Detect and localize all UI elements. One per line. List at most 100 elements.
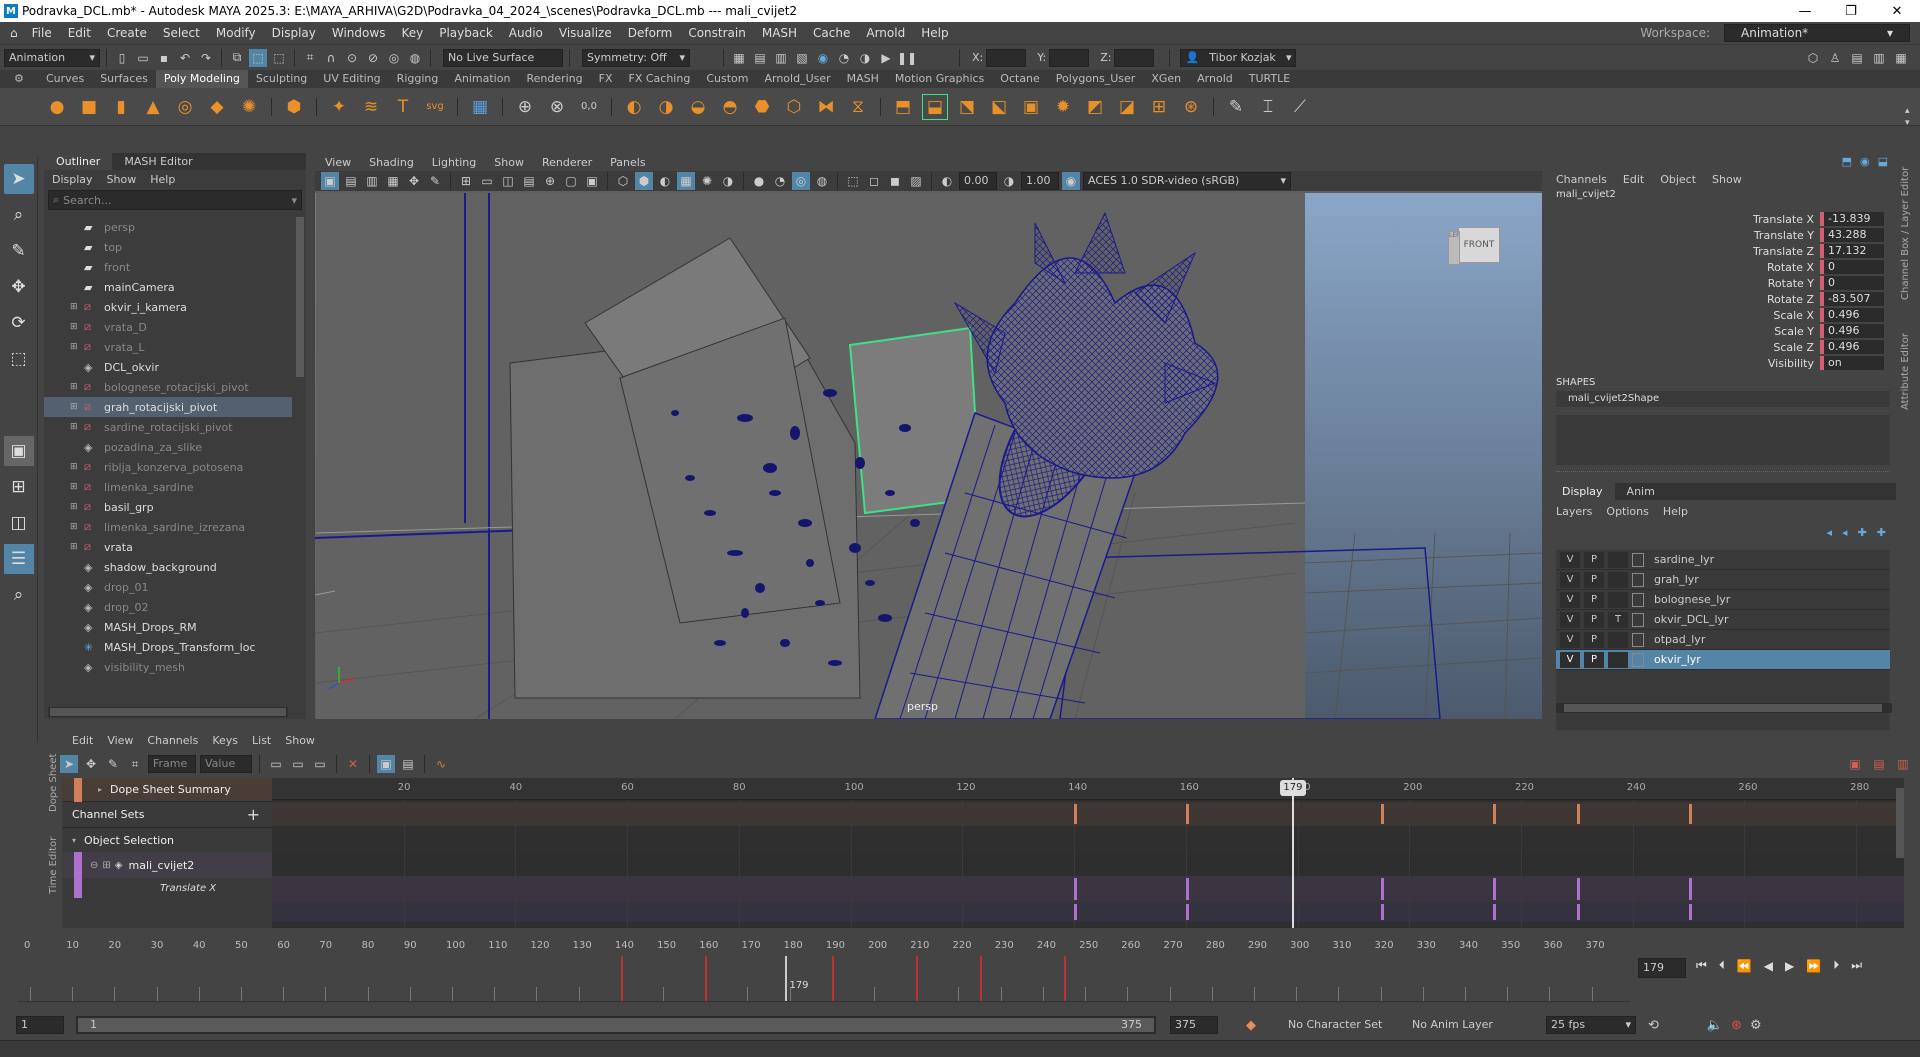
menu-help[interactable]: Help — [913, 26, 956, 40]
layer-v-toggle[interactable]: V — [1560, 611, 1580, 628]
outliner-item[interactable]: ⊞ ⧄ vrata — [44, 537, 292, 557]
layer-p-toggle[interactable]: P — [1584, 651, 1604, 668]
channel-row[interactable]: Scale Z 0.496 — [1550, 339, 1896, 355]
end-frame-field[interactable]: 375 — [1170, 1016, 1218, 1034]
ds-key-tick[interactable] — [1185, 904, 1189, 920]
smooth-icon[interactable]: ◒ — [685, 94, 711, 120]
layer-t-toggle[interactable] — [1608, 591, 1628, 608]
outliner-item[interactable]: ▰ persp — [44, 217, 292, 237]
layer-v-toggle[interactable]: V — [1560, 631, 1580, 648]
expand-icon[interactable]: ⊞ — [70, 522, 78, 532]
ds-key-tick[interactable] — [1381, 804, 1385, 824]
ds-object-selection-row[interactable]: ▾ Object Selection — [62, 828, 272, 852]
outliner-item[interactable]: ▰ front — [44, 257, 292, 277]
motion-blur-icon[interactable]: ◔ — [771, 172, 789, 190]
shelf-tab-animation[interactable]: Animation — [446, 70, 518, 88]
snap-curve-icon[interactable]: ∩ — [322, 49, 340, 67]
ds-key-tick[interactable] — [1074, 904, 1078, 920]
outliner-item[interactable]: ◈ visibility_mesh — [44, 657, 292, 677]
ds-linear-icon[interactable]: ▭ — [311, 755, 329, 773]
side-tab-attribute-editor[interactable]: Attribute Editor — [1900, 320, 1911, 410]
ds-key-tick[interactable] — [1381, 878, 1385, 900]
display-layer-row[interactable]: V Pokvir_lyr — [1556, 650, 1890, 670]
render-frame-icon[interactable]: ▤ — [751, 49, 769, 67]
ds-channel-row[interactable]: Translate X — [62, 878, 272, 898]
xray-active-icon[interactable]: ▨ — [907, 172, 925, 190]
layer-p-toggle[interactable]: P — [1584, 631, 1604, 648]
vp-menu-lighting[interactable]: Lighting — [432, 156, 476, 169]
live-surface-field[interactable]: No Live Surface — [443, 48, 563, 67]
start-frame-field[interactable]: 1 — [16, 1016, 64, 1034]
redo-icon[interactable]: ↷ — [197, 49, 215, 67]
shape-name[interactable]: mali_cvijet2Shape — [1556, 391, 1890, 407]
fill-hole-icon[interactable]: ▣ — [1018, 94, 1044, 120]
image-plane-icon[interactable]: ▦ — [384, 172, 402, 190]
view-cube[interactable]: FRONT LEFT — [1448, 223, 1502, 269]
undo-icon[interactable]: ↶ — [176, 49, 194, 67]
isolate-select-icon[interactable]: ⬚ — [844, 172, 862, 190]
home-icon[interactable]: ⌂ — [4, 26, 24, 40]
layer-color-swatch[interactable] — [1632, 632, 1644, 647]
select-tool-icon[interactable]: ➤ — [3, 164, 34, 194]
shelf-tab-fx-caching[interactable]: FX Caching — [621, 70, 699, 88]
vp-menu-panels[interactable]: Panels — [610, 156, 645, 169]
user-account-select[interactable]: 👤 Tibor Kozjak ▾ — [1180, 48, 1297, 67]
shelf-tab-poly-modeling[interactable]: Poly Modeling — [155, 70, 248, 88]
offset-loop-icon[interactable]: ◪ — [1114, 94, 1140, 120]
wedge-icon[interactable]: ✹ — [1050, 94, 1076, 120]
ds-key-tick[interactable] — [1688, 878, 1692, 900]
ds-menu-edit[interactable]: Edit — [72, 734, 93, 747]
poly-cube-icon[interactable]: ■ — [76, 94, 102, 120]
new-scene-icon[interactable]: ▯ — [113, 49, 131, 67]
select-object-icon[interactable]: ⬚ — [249, 48, 267, 67]
ds-channel-sets-row[interactable]: Channel Sets + — [62, 802, 272, 828]
outliner-item[interactable]: ◈ MASH_Drops_RM — [44, 617, 292, 637]
layer-p-toggle[interactable]: P — [1584, 591, 1604, 608]
move-layer-up-icon[interactable]: ◂ — [1827, 526, 1833, 539]
fps-select[interactable]: 25 fps ▾ — [1546, 1016, 1636, 1034]
menu-windows[interactable]: Windows — [324, 26, 394, 40]
ts-key-tick[interactable] — [979, 956, 982, 1001]
new-layer-selected-icon[interactable]: ✚ — [1877, 526, 1886, 539]
ds-key-tick[interactable] — [1688, 904, 1692, 920]
cb-menu-show[interactable]: Show — [1712, 173, 1742, 186]
outliner-item[interactable]: ✳ MASH_Drops_Transform_loc — [44, 637, 292, 657]
ds-menu-view[interactable]: View — [107, 734, 133, 747]
textured-icon[interactable]: ▦ — [677, 172, 695, 190]
channel-value-field[interactable]: 0 — [1820, 276, 1884, 290]
menu-visualize[interactable]: Visualize — [551, 26, 620, 40]
hypershade-icon[interactable]: ◉ — [814, 49, 832, 67]
expand-icon[interactable]: ⊞ — [70, 382, 78, 392]
expand-icon[interactable]: ⊞ — [70, 402, 78, 412]
sweep-mesh-icon[interactable]: ≋ — [358, 94, 384, 120]
shelf-tab-sculpting[interactable]: Sculpting — [248, 70, 315, 88]
outliner-item[interactable]: ▰ top — [44, 237, 292, 257]
rotate-tool-icon[interactable]: ⟳ — [4, 308, 34, 338]
transfer-attributes-icon[interactable]: ⊗ — [544, 94, 570, 120]
menu-mash[interactable]: MASH — [754, 26, 805, 40]
layer-t-toggle[interactable] — [1608, 551, 1628, 568]
search-tool-icon[interactable]: ⌕ — [4, 580, 34, 610]
ds-key-tick[interactable] — [1074, 804, 1078, 824]
cb-menu-channels[interactable]: Channels — [1556, 173, 1607, 186]
mirror-icon[interactable]: ⊕ — [512, 94, 538, 120]
svg-tool-icon[interactable]: svg — [422, 94, 448, 120]
outliner-item[interactable]: ⊞ ⧄ basil_grp — [44, 497, 292, 517]
circularize-icon[interactable]: ⊞ — [1146, 94, 1172, 120]
shelf-tab-turtle[interactable]: TURTLE — [1241, 70, 1298, 88]
ds-frame-playback-icon[interactable]: ▤ — [399, 755, 417, 773]
shelf-tab-mash[interactable]: MASH — [839, 70, 887, 88]
shelf-settings-icon[interactable]: ⚙ — [14, 70, 24, 88]
ds-menu-keys[interactable]: Keys — [212, 734, 238, 747]
ds-key-tick[interactable] — [1381, 904, 1385, 920]
ds-key-tick[interactable] — [1185, 878, 1189, 900]
menu-key[interactable]: Key — [393, 26, 431, 40]
channel-row[interactable]: Rotate Z -83.507 — [1550, 291, 1896, 307]
combine-icon[interactable]: ◐ — [621, 94, 647, 120]
target-weld-icon[interactable]: ⌶ — [1255, 94, 1281, 120]
two-d-pan-icon[interactable]: ✥ — [405, 172, 423, 190]
snap-surface-icon[interactable]: ◎ — [385, 49, 403, 67]
snap-plane-icon[interactable]: ◍ — [406, 49, 424, 67]
menu-set-select[interactable]: Animation ▾ — [4, 48, 100, 67]
ds-minus-icon[interactable]: ⊖ — [90, 860, 98, 871]
